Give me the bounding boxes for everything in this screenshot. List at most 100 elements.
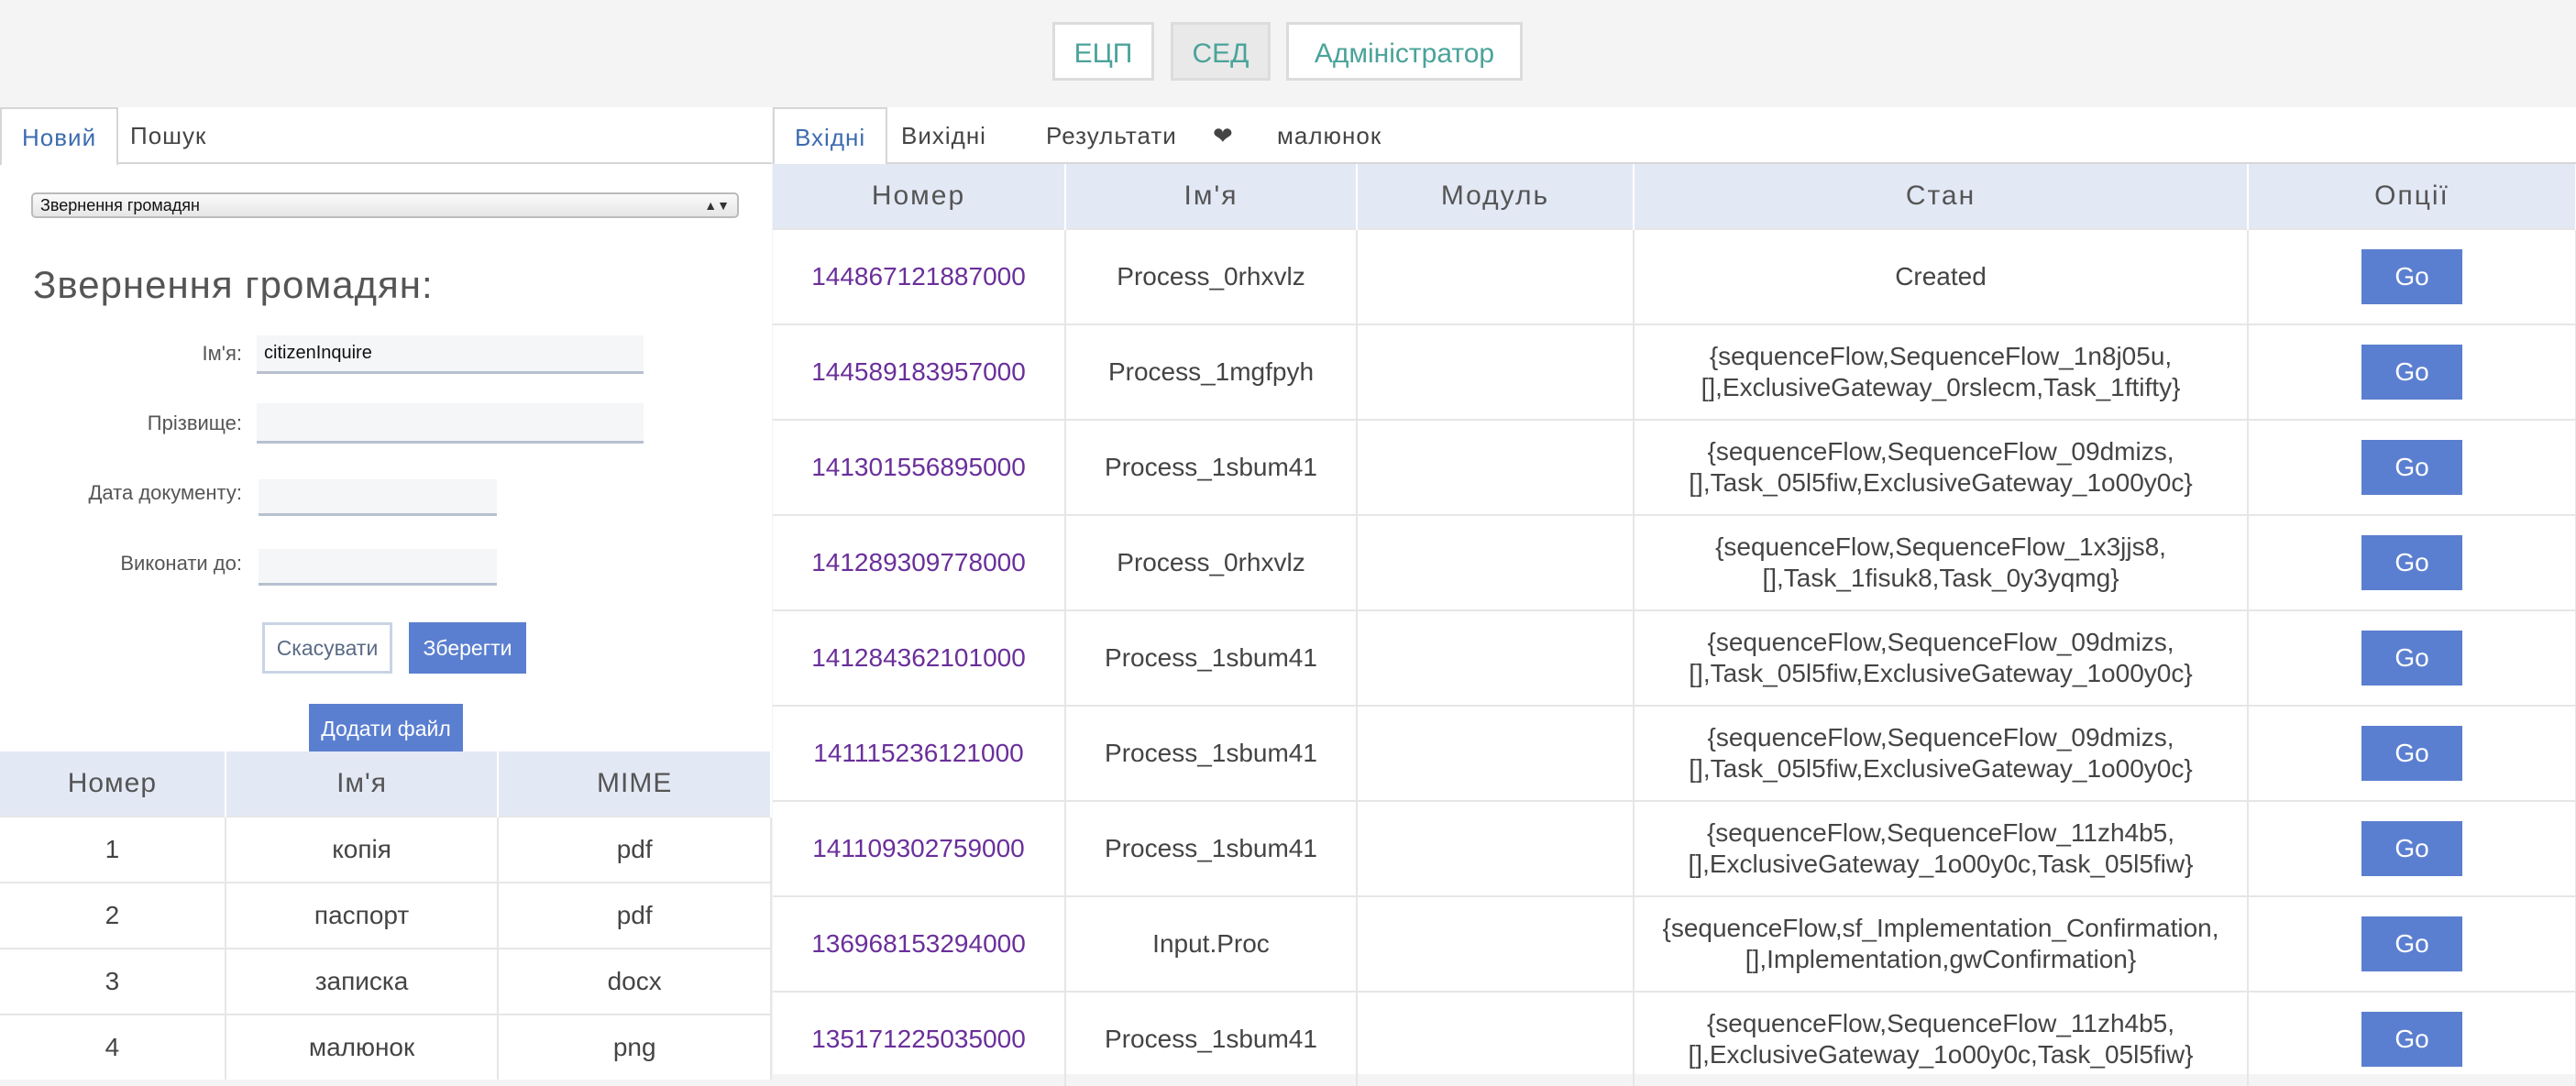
table-row[interactable]: 141109302759000 Process_1sbum41 {sequenceF… — [773, 800, 2576, 896]
process-module — [1357, 991, 1635, 1086]
col-state: Стан — [1634, 164, 2249, 229]
process-options: Go — [2248, 324, 2576, 420]
col-module: Модуль — [1357, 164, 1635, 229]
table-row[interactable]: 136968153294000 Input.Proc {sequenceFlow,s… — [773, 895, 2576, 992]
cancel-button[interactable]: Скасувати — [262, 622, 392, 674]
process-state: {sequenceFlow,SequenceFlow_09dmizs, [],T… — [1634, 705, 2249, 801]
process-state: {sequenceFlow,SequenceFlow_1n8j05u, [],E… — [1634, 324, 2249, 420]
process-name: Process_1sbum41 — [1065, 419, 1358, 515]
col-name: Ім'я — [1065, 164, 1358, 229]
files-col-name: Ім'я — [225, 751, 500, 817]
process-number-link[interactable]: 135171225035000 — [773, 991, 1066, 1086]
process-options: Go — [2248, 800, 2576, 896]
process-state: {sequenceFlow,SequenceFlow_11zh4b5, [],E… — [1634, 991, 2249, 1086]
process-module — [1357, 895, 1635, 992]
left-tabs: Новий Пошук — [0, 107, 772, 166]
go-button[interactable]: Go — [2361, 821, 2462, 876]
go-button[interactable]: Go — [2361, 916, 2462, 971]
tab-results[interactable]: Результати — [1026, 107, 1197, 164]
files-col-mime: MIME — [498, 751, 772, 817]
file-mime: pdf — [498, 882, 772, 949]
process-options: Go — [2248, 895, 2576, 992]
process-name: Process_0rhxvlz — [1065, 228, 1358, 324]
process-number-link[interactable]: 141289309778000 — [773, 514, 1066, 610]
process-options: Go — [2248, 514, 2576, 610]
table-row[interactable]: 144589183957000 Process_1mgfpyh {sequenceF… — [773, 324, 2576, 420]
due-date-label: Виконати до: — [120, 552, 242, 575]
due-date-input[interactable] — [259, 549, 497, 586]
process-state: {sequenceFlow,SequenceFlow_1x3jjs8, [],T… — [1634, 514, 2249, 610]
form-title: Звернення громадян: — [33, 263, 434, 306]
first-name-input[interactable] — [257, 335, 644, 374]
table-row[interactable]: 141289309778000 Process_0rhxvlz {sequenceF… — [773, 514, 2576, 610]
left-panel: Новий Пошук Звернення громадян ▲▼ Зверне… — [0, 107, 772, 1080]
files-table-header: Номер Ім'я MIME — [0, 751, 772, 817]
process-name: Process_1sbum41 — [1065, 705, 1358, 801]
tab-outgoing[interactable]: Вихідні — [881, 107, 1007, 164]
file-mime: pdf — [498, 816, 772, 883]
processes-table: Номер Ім'я Модуль Стан Опції 14486712188… — [773, 164, 2576, 1086]
tab-incoming[interactable]: Вхідні — [773, 107, 888, 166]
table-row[interactable]: 1 копія pdf — [0, 816, 772, 883]
process-options: Go — [2248, 228, 2576, 324]
go-button[interactable]: Go — [2361, 440, 2462, 495]
process-state: Created — [1634, 228, 2249, 324]
table-row[interactable]: 4 малюнок png — [0, 1014, 772, 1080]
process-module — [1357, 705, 1635, 801]
process-number-link[interactable]: 144867121887000 — [773, 228, 1066, 324]
process-module — [1357, 228, 1635, 324]
document-type-select[interactable]: Звернення громадян ▲▼ — [31, 192, 739, 218]
process-state: {sequenceFlow,SequenceFlow_09dmizs, [],T… — [1634, 419, 2249, 515]
process-number-link[interactable]: 136968153294000 — [773, 895, 1066, 992]
process-name: Process_1sbum41 — [1065, 609, 1358, 706]
process-number-link[interactable]: 141301556895000 — [773, 419, 1066, 515]
document-date-label: Дата документу: — [88, 481, 242, 504]
go-button[interactable]: Go — [2361, 249, 2462, 304]
table-row[interactable]: 3 записка docx — [0, 948, 772, 1015]
nav-ecp-button[interactable]: ЕЦП — [1052, 22, 1154, 81]
table-row[interactable]: 141301556895000 Process_1sbum41 {sequenceF… — [773, 419, 2576, 515]
add-file-button[interactable]: Додати файл — [309, 704, 463, 753]
nav-sed-button[interactable]: СЕД — [1171, 22, 1271, 81]
last-name-input[interactable] — [257, 403, 644, 444]
right-panel: Вхідні Вихідні Результати ❤ малюнок Номе… — [773, 107, 2576, 1086]
process-module — [1357, 514, 1635, 610]
process-number-link[interactable]: 141284362101000 — [773, 609, 1066, 706]
go-button[interactable]: Go — [2361, 535, 2462, 590]
file-name: малюнок — [225, 1014, 500, 1080]
go-button[interactable]: Go — [2361, 631, 2462, 686]
go-button[interactable]: Go — [2361, 726, 2462, 781]
tab-search[interactable]: Пошук — [110, 107, 226, 164]
process-state: {sequenceFlow,sf_Implementation_Confirma… — [1634, 895, 2249, 992]
tab-new[interactable]: Новий — [0, 107, 119, 166]
process-options: Go — [2248, 419, 2576, 515]
document-type-select-value: Звернення громадян — [40, 196, 200, 214]
process-number-link[interactable]: 144589183957000 — [773, 324, 1066, 420]
table-row[interactable]: 135171225035000 Process_1sbum41 {sequenceF… — [773, 991, 2576, 1086]
tab-favorites-heart-icon[interactable]: ❤ — [1193, 107, 1254, 164]
go-button[interactable]: Go — [2361, 1012, 2462, 1067]
process-number-link[interactable]: 141109302759000 — [773, 800, 1066, 896]
table-row[interactable]: 141284362101000 Process_1sbum41 {sequenceF… — [773, 609, 2576, 706]
process-name: Input.Proc — [1065, 895, 1358, 992]
go-button[interactable]: Go — [2361, 345, 2462, 400]
process-state: {sequenceFlow,SequenceFlow_09dmizs, [],T… — [1634, 609, 2249, 706]
last-name-label: Прізвище: — [147, 411, 242, 434]
tab-picture[interactable]: малюнок — [1257, 107, 1402, 164]
save-button[interactable]: Зберегти — [409, 622, 526, 674]
file-name: записка — [225, 948, 500, 1015]
table-row[interactable]: 2 паспорт pdf — [0, 882, 772, 949]
process-name: Process_0rhxvlz — [1065, 514, 1358, 610]
files-col-number: Номер — [0, 751, 226, 817]
file-number: 4 — [0, 1014, 226, 1080]
top-nav: ЕЦП СЕД Адміністратор — [0, 0, 2576, 107]
table-row[interactable]: 141115236121000 Process_1sbum41 {sequenceF… — [773, 705, 2576, 801]
document-date-input[interactable] — [259, 479, 497, 516]
process-options: Go — [2248, 705, 2576, 801]
process-number-link[interactable]: 141115236121000 — [773, 705, 1066, 801]
nav-admin-button[interactable]: Адміністратор — [1286, 22, 1523, 81]
process-module — [1357, 609, 1635, 706]
table-row[interactable]: 144867121887000 Process_0rhxvlz Created Go — [773, 228, 2576, 324]
process-state: {sequenceFlow,SequenceFlow_11zh4b5, [],E… — [1634, 800, 2249, 896]
col-options: Опції — [2248, 164, 2576, 229]
